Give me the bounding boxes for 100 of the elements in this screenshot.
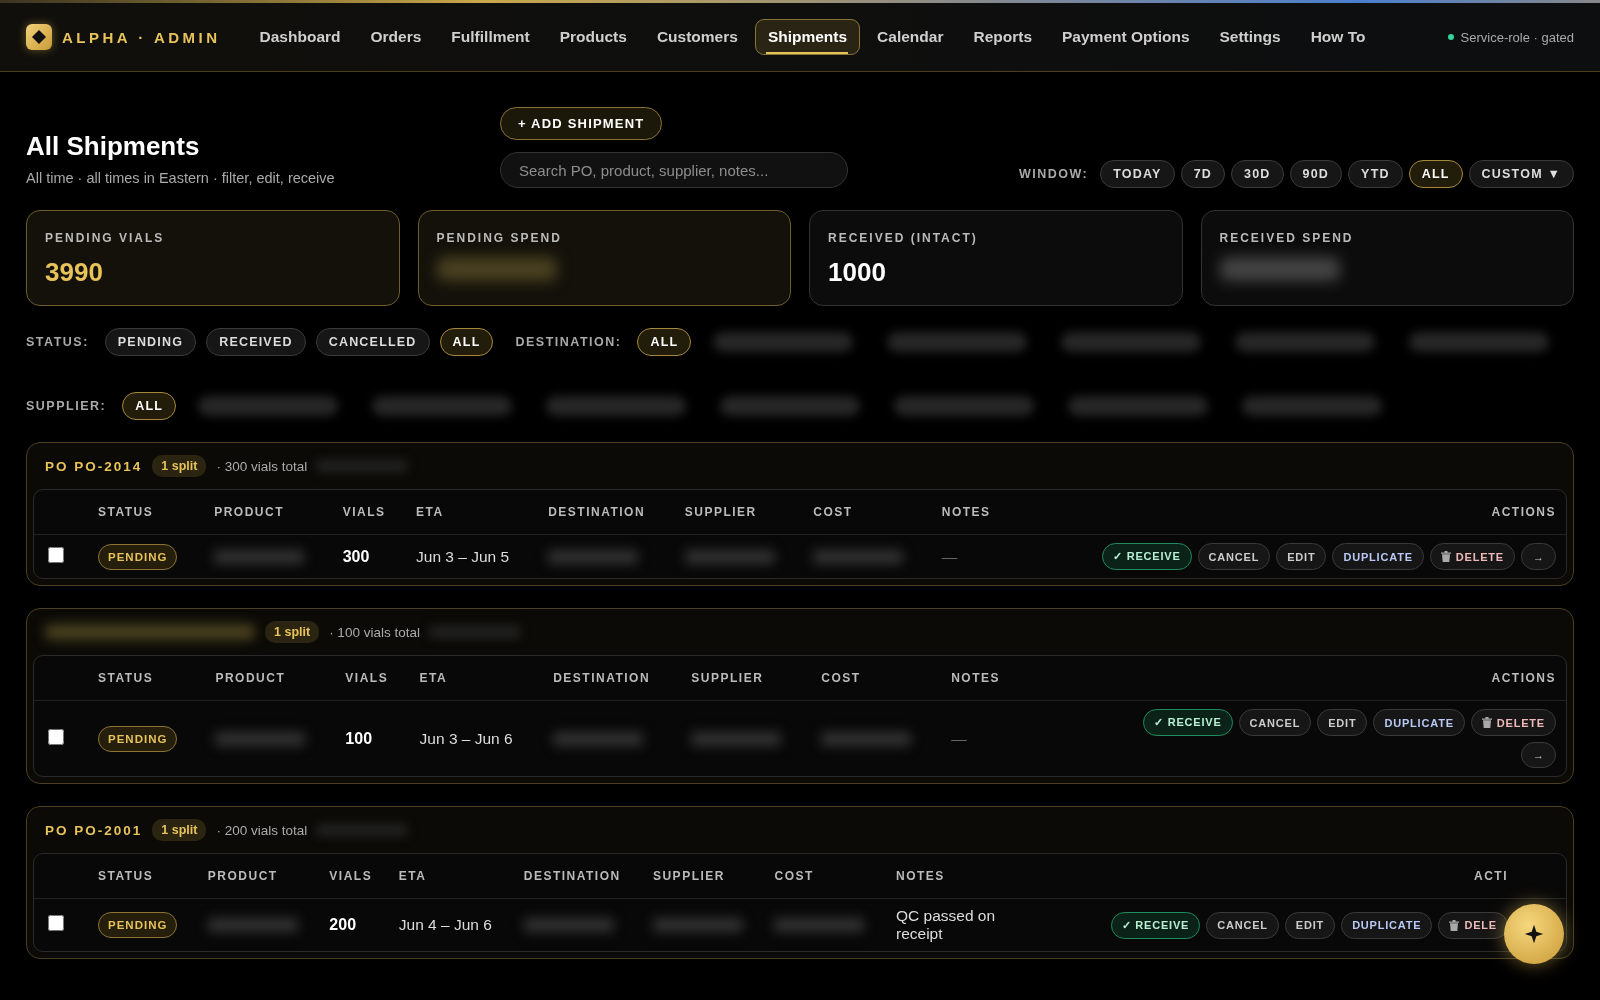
arrow-button[interactable]: → [1521,543,1556,570]
duplicate-button[interactable]: DUPLICATE [1341,911,1433,939]
split-badge: 1 split [152,819,207,841]
column-header: SUPPLIER [674,490,804,535]
split-badge: 1 split [152,455,207,477]
receive-button[interactable]: ✓ RECEIVE [1110,911,1201,939]
column-header: ETA [388,854,514,899]
receive-button[interactable]: ✓ RECEIVE [1102,543,1192,570]
add-shipment-button[interactable]: + ADD SHIPMENT [500,107,663,140]
window-chip[interactable]: YTD [1348,160,1403,188]
redacted-chip[interactable] [1235,332,1376,352]
plain-button[interactable]: EDIT [1284,911,1336,939]
filter-chip[interactable]: ALL [637,328,692,356]
delete-button[interactable]: DELETE [1470,709,1556,736]
window-chip[interactable]: CUSTOM ▼ [1468,160,1574,188]
redacted-chip[interactable] [1068,396,1209,416]
nav-tab[interactable]: Reports [960,19,1046,55]
stat-label: PENDING SPEND [436,231,563,245]
window-chip[interactable]: 30D [1231,160,1284,188]
sparkle-icon [1523,923,1545,945]
stat-label: RECEIVED SPEND [1219,231,1355,245]
nav-tab[interactable]: Payment Options [1049,19,1203,55]
delete-button[interactable]: DELE [1438,911,1508,939]
arrow-button[interactable]: → [1521,742,1556,768]
filter-chip[interactable]: ALL [122,392,177,420]
column-header: NOTES [941,656,1023,701]
duplicate-button[interactable]: DUPLICATE [1373,709,1465,736]
redacted-chip[interactable] [1242,396,1383,416]
status-badge: PENDING [98,912,178,938]
column-header: NOTES [886,854,1052,899]
row-checkbox[interactable] [48,915,64,931]
nav-tab[interactable]: How To [1297,19,1379,55]
search-field[interactable]: Search PO, product, supplier, notes... [500,152,848,188]
nav-tab[interactable]: Fulfillment [438,19,543,55]
filter-label: DESTINATION: [515,335,622,349]
vials-total: · 100 vials total [329,624,420,640]
column-header: COST [803,490,932,535]
plain-button[interactable]: CANCEL [1197,543,1271,570]
column-header: VIALS [332,490,407,535]
status-badge: PENDING [98,725,178,752]
nav-tab[interactable]: Dashboard [246,19,354,55]
trash-icon [1481,717,1492,728]
window-chip[interactable]: TODAY [1100,160,1175,188]
column-header: VIALS [335,656,410,701]
stat-label: PENDING VIALS [45,231,166,245]
window-chip[interactable]: 7D [1180,160,1226,188]
filter-chip[interactable]: CANCELLED [315,328,430,356]
stat-label: RECEIVED (INTACT) [828,231,979,245]
window-chip[interactable]: ALL [1408,160,1463,188]
column-header: DESTINATION [513,854,643,899]
filter-chip[interactable]: PENDING [104,328,197,356]
redacted-chip[interactable] [887,332,1028,352]
row-checkbox[interactable] [48,546,64,563]
redacted-chip[interactable] [546,396,687,416]
column-header: NOTES [931,490,1013,535]
redacted-chip[interactable] [1409,332,1550,352]
brand-name: ALPHA · ADMIN [62,28,221,46]
column-header: PRODUCT [204,490,333,535]
vials-total: · 300 vials total [216,458,308,474]
column-header: COST [811,656,942,701]
column-header: ACTIONS [1012,490,1566,535]
plain-button[interactable]: EDIT [1317,709,1368,736]
vials-total: · 200 vials total [216,822,308,838]
redacted-chip[interactable] [720,396,861,416]
redacted-chip[interactable] [372,396,513,416]
delete-button[interactable]: DELETE [1429,543,1515,570]
receive-button[interactable]: ✓ RECEIVE [1143,709,1233,736]
nav-tab[interactable]: Settings [1206,19,1294,55]
split-badge: 1 split [265,621,320,643]
column-header: PRODUCT [197,854,320,899]
redacted-chip[interactable] [1061,332,1202,352]
filter-chip[interactable]: RECEIVED [206,328,306,356]
filter-label: WINDOW: [1018,167,1089,181]
table-cell: — [941,547,958,565]
trash-icon [1449,919,1460,931]
plain-button[interactable]: CANCEL [1206,911,1279,939]
status-dot [1447,34,1454,40]
filter-chip[interactable]: ALL [439,328,494,356]
row-checkbox[interactable] [48,728,64,745]
nav-tab[interactable]: Products [546,19,640,55]
page-subtitle: All time · all times in Eastern · filter, edit, receive [26,170,336,186]
column-header: DESTINATION [538,490,675,535]
nav-tab[interactable]: Orders [357,19,435,55]
redacted-chip[interactable] [894,396,1035,416]
column-header: STATUS [88,490,205,535]
filter-label: SUPPLIER: [26,399,107,413]
plain-button[interactable]: EDIT [1276,543,1327,570]
column-header: COST [764,854,886,899]
nav-tab[interactable]: Calendar [864,19,957,55]
plain-button[interactable]: CANCEL [1238,709,1312,736]
duplicate-button[interactable]: DUPLICATE [1332,543,1424,570]
column-header: DESTINATION [543,656,682,701]
stat-value: 1000 [828,257,887,288]
nav-tab[interactable]: Customers [643,19,751,55]
redacted-chip[interactable] [198,396,339,416]
nav-tab[interactable]: Shipments [754,19,861,55]
column-header: ETA [409,656,544,701]
trash-icon [1440,551,1451,562]
window-chip[interactable]: 90D [1289,160,1343,188]
redacted-chip[interactable] [713,332,854,352]
